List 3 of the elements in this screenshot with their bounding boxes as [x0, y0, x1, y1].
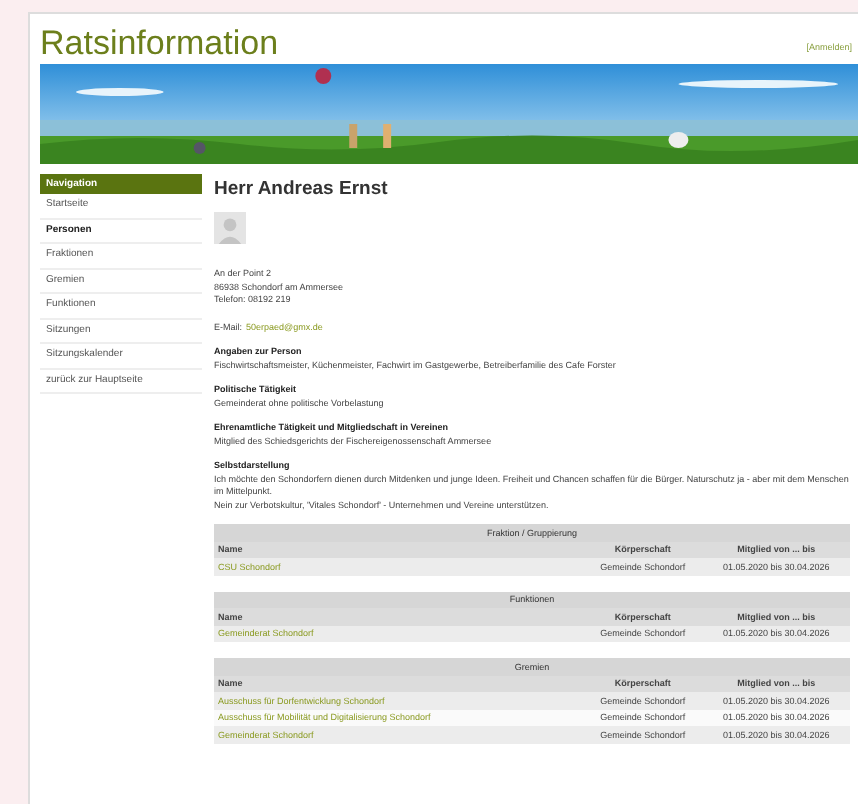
person-name: Herr Andreas Ernst: [214, 178, 390, 200]
avatar-silhouette-icon: [214, 212, 246, 244]
site-title: Ratsinformation: [40, 24, 279, 64]
